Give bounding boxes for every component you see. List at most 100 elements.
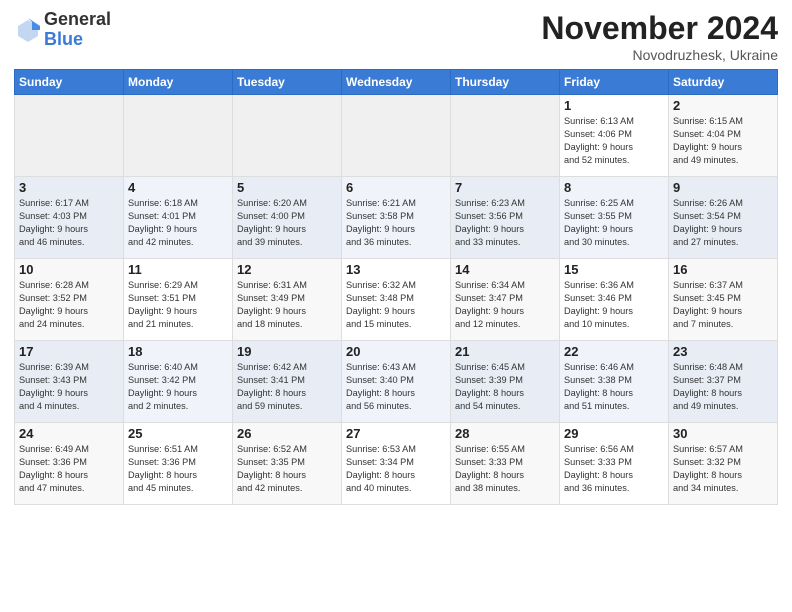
logo-text: General Blue — [44, 10, 111, 50]
day-number: 2 — [673, 98, 773, 113]
day-number: 12 — [237, 262, 337, 277]
day-info: Sunrise: 6:53 AM Sunset: 3:34 PM Dayligh… — [346, 443, 446, 495]
month-title: November 2024 — [541, 10, 778, 47]
calendar-cell: 30 Sunrise: 6:57 AM Sunset: 3:32 PM Dayli… — [669, 423, 778, 505]
day-number: 4 — [128, 180, 228, 195]
calendar-cell: 28Sunrise: 6:55 AM Sunset: 3:33 PM Dayli… — [451, 423, 560, 505]
calendar-cell: 15 Sunrise: 6:36 AM Sunset: 3:46 PM Dayli… — [560, 259, 669, 341]
day-info: Sunrise: 6:20 AM Sunset: 4:00 PM Dayligh… — [237, 197, 337, 249]
day-info: Sunrise: 6:13 AM Sunset: 4:06 PM Dayligh… — [564, 115, 664, 167]
day-number: 14 — [455, 262, 555, 277]
weekday-header-thursday: Thursday — [451, 70, 560, 95]
day-number: 11 — [128, 262, 228, 277]
day-number: 13 — [346, 262, 446, 277]
calendar-cell: 27 Sunrise: 6:53 AM Sunset: 3:34 PM Dayli… — [342, 423, 451, 505]
calendar-cell: 26 Sunrise: 6:52 AM Sunset: 3:35 PM Dayli… — [233, 423, 342, 505]
day-info: Sunrise: 6:52 AM Sunset: 3:35 PM Dayligh… — [237, 443, 337, 495]
day-info: Sunrise: 6:17 AM Sunset: 4:03 PM Dayligh… — [19, 197, 119, 249]
calendar-cell: 29 Sunrise: 6:56 AM Sunset: 3:33 PM Dayli… — [560, 423, 669, 505]
calendar-cell: 6 Sunrise: 6:21 AM Sunset: 3:58 PM Daylig… — [342, 177, 451, 259]
day-number: 6 — [346, 180, 446, 195]
weekday-header-tuesday: Tuesday — [233, 70, 342, 95]
day-info: Sunrise: 6:25 AM Sunset: 3:55 PM Dayligh… — [564, 197, 664, 249]
day-info: Sunrise: 6:56 AM Sunset: 3:33 PM Dayligh… — [564, 443, 664, 495]
day-number: 20 — [346, 344, 446, 359]
day-number: 19 — [237, 344, 337, 359]
weekday-header-row: SundayMondayTuesdayWednesdayThursdayFrid… — [15, 70, 778, 95]
calendar-cell: 9Sunrise: 6:26 AM Sunset: 3:54 PM Daylig… — [669, 177, 778, 259]
title-section: November 2024 Novodruzhesk, Ukraine — [541, 10, 778, 63]
day-number: 18 — [128, 344, 228, 359]
calendar-cell: 14 Sunrise: 6:34 AM Sunset: 3:47 PM Dayli… — [451, 259, 560, 341]
day-info: Sunrise: 6:49 AM Sunset: 3:36 PM Dayligh… — [19, 443, 119, 495]
weekday-header-sunday: Sunday — [15, 70, 124, 95]
day-info: Sunrise: 6:48 AM Sunset: 3:37 PM Dayligh… — [673, 361, 773, 413]
weekday-header-friday: Friday — [560, 70, 669, 95]
day-number: 29 — [564, 426, 664, 441]
calendar-week-row: 10Sunrise: 6:28 AM Sunset: 3:52 PM Dayli… — [15, 259, 778, 341]
calendar-cell: 10Sunrise: 6:28 AM Sunset: 3:52 PM Dayli… — [15, 259, 124, 341]
day-number: 23 — [673, 344, 773, 359]
calendar-table: SundayMondayTuesdayWednesdayThursdayFrid… — [14, 69, 778, 505]
calendar-cell: 23 Sunrise: 6:48 AM Sunset: 3:37 PM Dayli… — [669, 341, 778, 423]
day-info: Sunrise: 6:51 AM Sunset: 3:36 PM Dayligh… — [128, 443, 228, 495]
day-number: 30 — [673, 426, 773, 441]
day-number: 5 — [237, 180, 337, 195]
day-info: Sunrise: 6:37 AM Sunset: 3:45 PM Dayligh… — [673, 279, 773, 331]
calendar-cell: 16 Sunrise: 6:37 AM Sunset: 3:45 PM Dayli… — [669, 259, 778, 341]
day-number: 1 — [564, 98, 664, 113]
day-info: Sunrise: 6:21 AM Sunset: 3:58 PM Dayligh… — [346, 197, 446, 249]
calendar-cell — [233, 95, 342, 177]
day-number: 26 — [237, 426, 337, 441]
day-number: 24 — [19, 426, 119, 441]
header: General Blue November 2024 Novodruzhesk,… — [14, 10, 778, 63]
day-number: 15 — [564, 262, 664, 277]
calendar-cell — [124, 95, 233, 177]
calendar-week-row: 3Sunrise: 6:17 AM Sunset: 4:03 PM Daylig… — [15, 177, 778, 259]
location: Novodruzhesk, Ukraine — [541, 47, 778, 63]
calendar-cell: 22 Sunrise: 6:46 AM Sunset: 3:38 PM Dayli… — [560, 341, 669, 423]
calendar-cell: 2Sunrise: 6:15 AM Sunset: 4:04 PM Daylig… — [669, 95, 778, 177]
day-info: Sunrise: 6:23 AM Sunset: 3:56 PM Dayligh… — [455, 197, 555, 249]
day-number: 25 — [128, 426, 228, 441]
day-info: Sunrise: 6:36 AM Sunset: 3:46 PM Dayligh… — [564, 279, 664, 331]
weekday-header-monday: Monday — [124, 70, 233, 95]
day-number: 27 — [346, 426, 446, 441]
calendar-cell: 19Sunrise: 6:42 AM Sunset: 3:41 PM Dayli… — [233, 341, 342, 423]
day-info: Sunrise: 6:45 AM Sunset: 3:39 PM Dayligh… — [455, 361, 555, 413]
calendar-week-row: 1 Sunrise: 6:13 AM Sunset: 4:06 PM Daylig… — [15, 95, 778, 177]
calendar-week-row: 17 Sunrise: 6:39 AM Sunset: 3:43 PM Dayli… — [15, 341, 778, 423]
calendar-cell: 8 Sunrise: 6:25 AM Sunset: 3:55 PM Daylig… — [560, 177, 669, 259]
calendar-cell: 11Sunrise: 6:29 AM Sunset: 3:51 PM Dayli… — [124, 259, 233, 341]
calendar-cell: 20 Sunrise: 6:43 AM Sunset: 3:40 PM Dayli… — [342, 341, 451, 423]
day-number: 16 — [673, 262, 773, 277]
day-info: Sunrise: 6:28 AM Sunset: 3:52 PM Dayligh… — [19, 279, 119, 331]
day-info: Sunrise: 6:43 AM Sunset: 3:40 PM Dayligh… — [346, 361, 446, 413]
logo-icon — [14, 16, 42, 44]
logo-blue-text: Blue — [44, 30, 111, 50]
day-info: Sunrise: 6:34 AM Sunset: 3:47 PM Dayligh… — [455, 279, 555, 331]
calendar-week-row: 24 Sunrise: 6:49 AM Sunset: 3:36 PM Dayli… — [15, 423, 778, 505]
day-info: Sunrise: 6:39 AM Sunset: 3:43 PM Dayligh… — [19, 361, 119, 413]
calendar-cell — [342, 95, 451, 177]
day-number: 9 — [673, 180, 773, 195]
day-info: Sunrise: 6:18 AM Sunset: 4:01 PM Dayligh… — [128, 197, 228, 249]
page-container: General Blue November 2024 Novodruzhesk,… — [0, 0, 792, 513]
day-info: Sunrise: 6:46 AM Sunset: 3:38 PM Dayligh… — [564, 361, 664, 413]
day-info: Sunrise: 6:31 AM Sunset: 3:49 PM Dayligh… — [237, 279, 337, 331]
calendar-cell: 5 Sunrise: 6:20 AM Sunset: 4:00 PM Daylig… — [233, 177, 342, 259]
calendar-cell: 17 Sunrise: 6:39 AM Sunset: 3:43 PM Dayli… — [15, 341, 124, 423]
logo-general-text: General — [44, 10, 111, 30]
day-number: 22 — [564, 344, 664, 359]
day-number: 17 — [19, 344, 119, 359]
weekday-header-wednesday: Wednesday — [342, 70, 451, 95]
calendar-cell: 4 Sunrise: 6:18 AM Sunset: 4:01 PM Daylig… — [124, 177, 233, 259]
day-number: 7 — [455, 180, 555, 195]
calendar-cell: 1 Sunrise: 6:13 AM Sunset: 4:06 PM Daylig… — [560, 95, 669, 177]
calendar-cell: 21 Sunrise: 6:45 AM Sunset: 3:39 PM Dayli… — [451, 341, 560, 423]
calendar-cell: 3Sunrise: 6:17 AM Sunset: 4:03 PM Daylig… — [15, 177, 124, 259]
calendar-cell: 18Sunrise: 6:40 AM Sunset: 3:42 PM Dayli… — [124, 341, 233, 423]
day-number: 8 — [564, 180, 664, 195]
day-number: 21 — [455, 344, 555, 359]
day-info: Sunrise: 6:57 AM Sunset: 3:32 PM Dayligh… — [673, 443, 773, 495]
